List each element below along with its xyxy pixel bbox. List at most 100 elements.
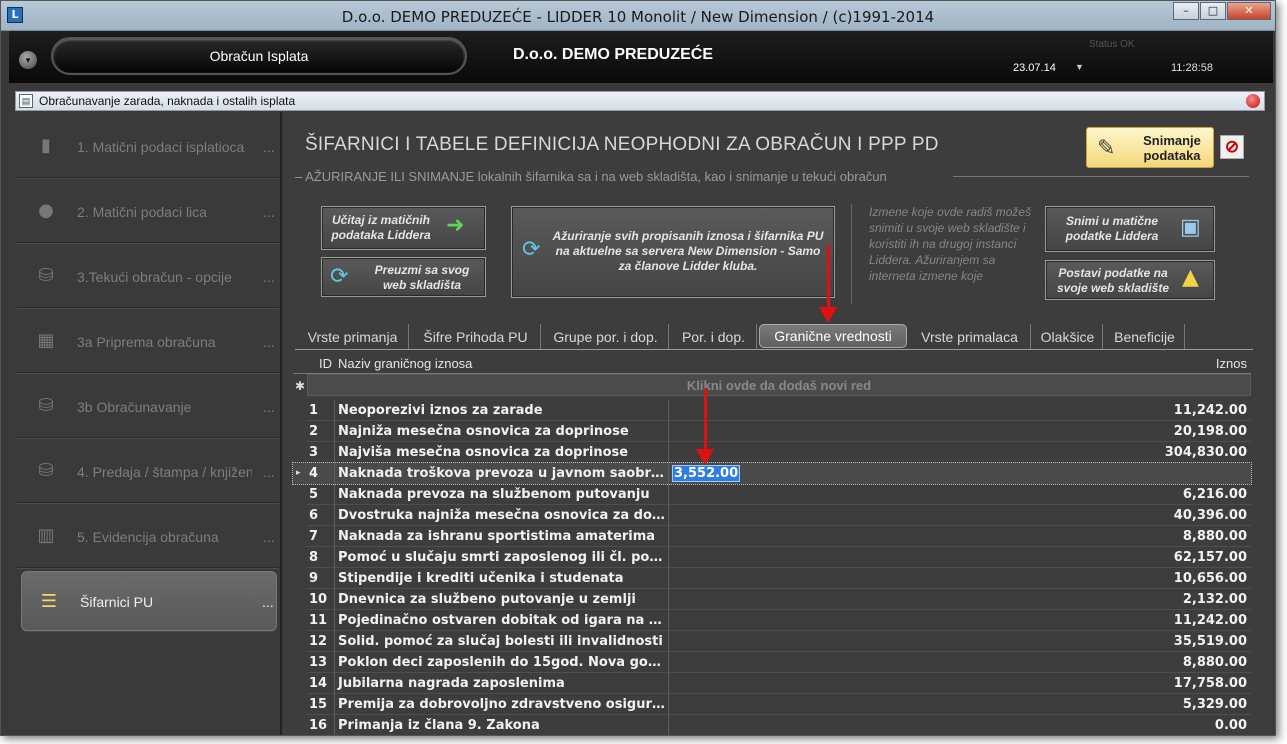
cell-id[interactable]: 10 bbox=[307, 589, 335, 610]
cell-amount[interactable]: 10,656.00 bbox=[669, 568, 1251, 589]
cell-name[interactable]: Naknada za ishranu sportistima amaterima bbox=[335, 526, 669, 547]
post-web-button[interactable]: Postavi podatke na svoje web skladište ▲ bbox=[1045, 260, 1215, 300]
cell-amount[interactable]: 5,329.00 bbox=[669, 694, 1251, 715]
sidebar-item-evidencija[interactable]: ▥ 5. Evidencija obračuna ... bbox=[17, 504, 279, 568]
cell-amount-editing[interactable]: 3,552.00 bbox=[669, 463, 1251, 484]
cell-id[interactable]: 16 bbox=[307, 715, 335, 735]
maximize-icon[interactable]: □ bbox=[1200, 2, 1226, 20]
cell-name[interactable]: Neoporezivi iznos za zarade bbox=[335, 400, 669, 421]
tab-grupe-por[interactable]: Grupe por. i dop. bbox=[543, 324, 669, 350]
table-row[interactable]: 2 Najniža mesečna osnovica za doprinose 20… bbox=[293, 421, 1251, 442]
cell-id[interactable]: 9 bbox=[307, 568, 335, 589]
save-liddera-button[interactable]: Snimi u matične podatke Liddera ▣ bbox=[1045, 206, 1215, 252]
table-row[interactable]: ▸ 4 Naknada troškova prevoza u javnom saob… bbox=[292, 462, 1252, 485]
cell-amount-editor[interactable]: 3,552.00 bbox=[672, 465, 741, 482]
cell-amount[interactable]: 35,519.00 bbox=[669, 631, 1251, 652]
cell-id[interactable]: 14 bbox=[307, 673, 335, 694]
subwindow-close-icon[interactable] bbox=[1246, 94, 1260, 108]
cell-amount[interactable]: 8,880.00 bbox=[669, 652, 1251, 673]
table-row[interactable]: 14 Jubilarna nagrada zaposlenima 17,758.00 bbox=[293, 673, 1251, 694]
cell-amount[interactable]: 11,242.00 bbox=[669, 610, 1251, 631]
tab-granicne-vrednosti[interactable]: Granične vrednosti bbox=[759, 324, 907, 348]
cell-id[interactable]: 4 bbox=[307, 463, 335, 484]
cell-name[interactable]: Solid. pomoć za slučaj bolesti ili inval… bbox=[335, 631, 669, 652]
table-row[interactable]: 5 Naknada prevoza na službenom putovanju 6… bbox=[293, 484, 1251, 505]
cell-name[interactable]: Pomoć u slučaju smrti zaposlenog ili čl.… bbox=[335, 547, 669, 568]
sidebar-item-lica[interactable]: ● 2. Matični podaci lica ... bbox=[17, 179, 279, 243]
sidebar-item-tekuci-obracun[interactable]: ⛁ 3.Tekući obračun - opcije ... bbox=[17, 244, 279, 308]
fetch-web-button[interactable]: ⟳ Preuzmi sa svog web skladišta bbox=[321, 257, 486, 297]
table-row[interactable]: 9 Stipendije i krediti učenika i studenat… bbox=[293, 568, 1251, 589]
cell-amount[interactable]: 20,198.00 bbox=[669, 421, 1251, 442]
sidebar-item-obracunavanje[interactable]: ⛁ 3b Obračunavanje ... bbox=[17, 374, 279, 438]
minimize-icon[interactable]: – bbox=[1173, 2, 1199, 20]
cell-amount[interactable]: 17,758.00 bbox=[669, 673, 1251, 694]
tab-vrste-primanja[interactable]: Vrste primanja bbox=[297, 324, 409, 350]
no-entry-icon[interactable]: ⊘ bbox=[1220, 135, 1244, 159]
cell-amount[interactable]: 2,132.00 bbox=[669, 589, 1251, 610]
update-all-button[interactable]: ⟳ Ažuriranje svih propisanih iznosa i ši… bbox=[511, 206, 835, 298]
title-bar[interactable]: L D.o.o. DEMO PREDUZEĆE - LIDDER 10 Mono… bbox=[1, 1, 1275, 31]
table-row[interactable]: 7 Naknada za ishranu sportistima amaterim… bbox=[293, 526, 1251, 547]
table-row[interactable]: 16 Primanja iz člana 9. Zakona 0.00 bbox=[293, 715, 1251, 735]
column-header-name[interactable]: Naziv graničnog iznosa bbox=[338, 356, 472, 371]
table-row[interactable]: 6 Dvostruka najniža mesečna osnovica za d… bbox=[293, 505, 1251, 526]
cell-id[interactable]: 6 bbox=[307, 505, 335, 526]
tab-olaksice[interactable]: Olakšice bbox=[1033, 324, 1103, 350]
load-liddera-button[interactable]: Učitaj iz matičnih podataka Liddera ➜ bbox=[321, 206, 486, 250]
table-row[interactable]: 8 Pomoć u slučaju smrti zaposlenog ili čl… bbox=[293, 547, 1251, 568]
module-title[interactable]: Obračun Isplata bbox=[51, 37, 467, 75]
table-row[interactable]: 3 Najviša mesečna osnovica za doprinose 30… bbox=[293, 442, 1251, 463]
cell-name[interactable]: Najniža mesečna osnovica za doprinose bbox=[335, 421, 669, 442]
cell-amount[interactable]: 40,396.00 bbox=[669, 505, 1251, 526]
cell-id[interactable]: 13 bbox=[307, 652, 335, 673]
cell-id[interactable]: 11 bbox=[307, 610, 335, 631]
cell-name[interactable]: Poklon deci zaposlenih do 15god. Nova go… bbox=[335, 652, 669, 673]
save-button[interactable]: ✎ Snimanje podataka bbox=[1086, 127, 1214, 168]
table-row[interactable]: 12 Solid. pomoć za slučaj bolesti ili inv… bbox=[293, 631, 1251, 652]
cell-name[interactable]: Dnevnica za službeno putovanje u zemlji bbox=[335, 589, 669, 610]
cell-id[interactable]: 2 bbox=[307, 421, 335, 442]
cell-name[interactable]: Stipendije i krediti učenika i studenata bbox=[335, 568, 669, 589]
cell-id[interactable]: 15 bbox=[307, 694, 335, 715]
menu-knob-icon[interactable]: ▾ bbox=[19, 51, 37, 69]
cell-amount[interactable]: 62,157.00 bbox=[669, 547, 1251, 568]
sidebar-item-predaja[interactable]: ⛁ 4. Predaja / štampa / knjiženje ... bbox=[17, 439, 279, 503]
tab-vrste-primalaca[interactable]: Vrste primalaca bbox=[909, 324, 1031, 350]
cell-id[interactable]: 3 bbox=[307, 442, 335, 463]
new-row-bar[interactable]: Klikni ovde da dodaš novi red bbox=[307, 374, 1251, 396]
cell-name[interactable]: Pojedinačno ostvaren dobitak od igara na… bbox=[335, 610, 669, 631]
cell-amount[interactable]: 304,830.00 bbox=[669, 442, 1251, 463]
cell-name[interactable]: Dvostruka najniža mesečna osnovica za do… bbox=[335, 505, 669, 526]
cell-amount[interactable]: 8,880.00 bbox=[669, 526, 1251, 547]
sidebar-item-priprema[interactable]: ▦ 3a Priprema obračuna ... bbox=[17, 309, 279, 373]
cell-amount[interactable]: 6,216.00 bbox=[669, 484, 1251, 505]
table-row[interactable]: 15 Premija za dobrovoljno zdravstveno osi… bbox=[293, 694, 1251, 715]
column-header-amount[interactable]: Iznos bbox=[1216, 356, 1247, 371]
cell-name[interactable]: Najviša mesečna osnovica za doprinose bbox=[335, 442, 669, 463]
cell-id[interactable]: 8 bbox=[307, 547, 335, 568]
cell-amount[interactable]: 0.00 bbox=[669, 715, 1251, 735]
sidebar-item-isplatioc[interactable]: ▮ 1. Matični podaci isplatioca ... bbox=[17, 114, 279, 178]
cell-name[interactable]: Naknada troškova prevoza u javnom saobr… bbox=[335, 463, 669, 484]
chevron-down-icon[interactable]: ▼ bbox=[1075, 62, 1084, 72]
column-header-id[interactable]: ID bbox=[319, 356, 332, 371]
date-picker[interactable]: 23.07.14 bbox=[1013, 62, 1056, 74]
cell-name[interactable]: Naknada prevoza na službenom putovanju bbox=[335, 484, 669, 505]
new-row[interactable]: ✱ Klikni ovde da dodaš novi red bbox=[293, 374, 1251, 396]
tab-por-dop[interactable]: Por. i dop. bbox=[671, 324, 757, 350]
table-row[interactable]: 1 Neoporezivi iznos za zarade 11,242.00 bbox=[293, 400, 1251, 421]
table-row[interactable]: 13 Poklon deci zaposlenih do 15god. Nova … bbox=[293, 652, 1251, 673]
table-row[interactable]: 10 Dnevnica za službeno putovanje u zemlj… bbox=[293, 589, 1251, 610]
table-row[interactable]: 11 Pojedinačno ostvaren dobitak od igara … bbox=[293, 610, 1251, 631]
cell-name[interactable]: Primanja iz člana 9. Zakona bbox=[335, 715, 669, 735]
cell-amount[interactable]: 11,242.00 bbox=[669, 400, 1251, 421]
cell-name[interactable]: Premija za dobrovoljno zdravstveno osigu… bbox=[335, 694, 669, 715]
close-icon[interactable]: ✕ bbox=[1227, 2, 1271, 20]
tab-beneficije[interactable]: Beneficije bbox=[1105, 324, 1185, 350]
tab-sifre-prihoda[interactable]: Šifre Prihoda PU bbox=[411, 324, 541, 350]
cell-id[interactable]: 5 bbox=[307, 484, 335, 505]
cell-id[interactable]: 7 bbox=[307, 526, 335, 547]
cell-id[interactable]: 12 bbox=[307, 631, 335, 652]
sidebar-item-sifarnici[interactable]: ☰ Šifarnici PU ... bbox=[21, 571, 277, 631]
